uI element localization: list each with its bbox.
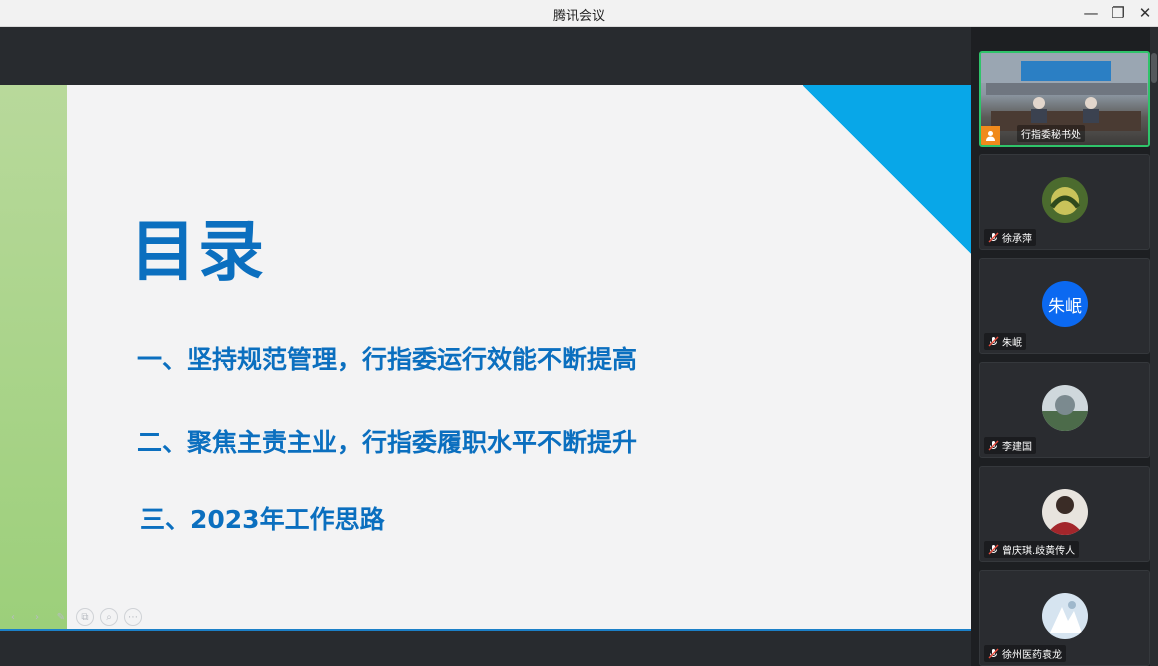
participant-name-tag: 李建国: [984, 437, 1036, 454]
participant-name: 徐承萍: [1002, 234, 1032, 245]
participant-tile[interactable]: 行指委秘书处: [979, 51, 1150, 147]
participant-avatar: [1042, 385, 1088, 431]
mic-muted-icon: [988, 544, 999, 555]
title-bar: 腾讯会议 — ❐ ✕: [0, 0, 1158, 27]
participant-tile[interactable]: 李建国: [979, 362, 1150, 458]
toc-item-3: 三、2023年工作思路: [140, 505, 385, 534]
zoom-icon[interactable]: ⌕: [100, 608, 118, 626]
slide-blue-corner: [803, 85, 971, 255]
participant-name-tag: 徐承萍: [984, 229, 1036, 246]
pen-icon[interactable]: ✎: [52, 608, 70, 626]
next-slide-icon[interactable]: ›: [28, 608, 46, 626]
presentation-slide: 目录 一、坚持规范管理，行指委运行效能不断提高 二、聚焦主责主业，行指委履职水平…: [0, 85, 971, 631]
toc-item-2: 二、聚焦主责主业，行指委履职水平不断提升: [137, 428, 638, 457]
mic-muted-icon: [988, 336, 999, 347]
participant-name: 徐州医药袁龙: [1002, 650, 1062, 661]
participant-name-tag: 行指委秘书处: [1017, 125, 1085, 142]
participant-scrollbar[interactable]: [1150, 27, 1158, 666]
shared-screen-area: 目录 一、坚持规范管理，行指委运行效能不断提高 二、聚焦主责主业，行指委履职水平…: [0, 27, 971, 666]
participant-avatar: [1042, 177, 1088, 223]
participant-list: 行指委秘书处 徐承萍 朱岷 朱岷 李建国 曾庆琪.歧黄传人 徐州医药袁龙: [971, 27, 1158, 666]
participant-name-tag: 曾庆琪.歧黄传人: [984, 541, 1080, 558]
more-icon[interactable]: ⋯: [124, 608, 142, 626]
participant-name: 行指委秘书处: [1021, 130, 1081, 141]
slide-title: 目录: [130, 213, 266, 290]
user-icon: [981, 126, 1000, 145]
slide-green-bar: [0, 85, 67, 629]
participant-name: 李建国: [1002, 442, 1032, 453]
participant-tile[interactable]: 徐承萍: [979, 154, 1150, 250]
close-button[interactable]: ✕: [1134, 3, 1156, 23]
restore-button[interactable]: ❐: [1107, 3, 1129, 23]
participant-name: 曾庆琪.歧黄传人: [1002, 546, 1076, 557]
participant-name: 朱岷: [1002, 338, 1022, 349]
participant-name-tag: 徐州医药袁龙: [984, 645, 1066, 662]
participant-tile[interactable]: 朱岷 朱岷: [979, 258, 1150, 354]
toc-item-1: 一、坚持规范管理，行指委运行效能不断提高: [137, 345, 638, 374]
prev-slide-icon[interactable]: ‹: [4, 608, 22, 626]
mic-muted-icon: [988, 648, 999, 659]
copy-icon[interactable]: ⧉: [76, 608, 94, 626]
participant-avatar: [1042, 593, 1088, 639]
window-title: 腾讯会议: [552, 9, 605, 24]
participant-tile[interactable]: 徐州医药袁龙: [979, 570, 1150, 666]
mic-muted-icon: [988, 232, 999, 243]
slide-toolbar: ‹ › ✎ ⧉ ⌕ ⋯: [4, 608, 142, 626]
participant-name-tag: 朱岷: [984, 333, 1026, 350]
mic-muted-icon: [988, 440, 999, 451]
participant-tile[interactable]: 曾庆琪.歧黄传人: [979, 466, 1150, 562]
participant-avatar: [1042, 489, 1088, 535]
meeting-window: 腾讯会议 — ❐ ✕ 目录 一、坚持规范管理，行指委运行效能不断提高 二、聚焦主…: [0, 0, 1158, 666]
participant-avatar: 朱岷: [1042, 281, 1088, 327]
minimize-button[interactable]: —: [1080, 3, 1102, 23]
scrollbar-thumb[interactable]: [1151, 53, 1157, 83]
